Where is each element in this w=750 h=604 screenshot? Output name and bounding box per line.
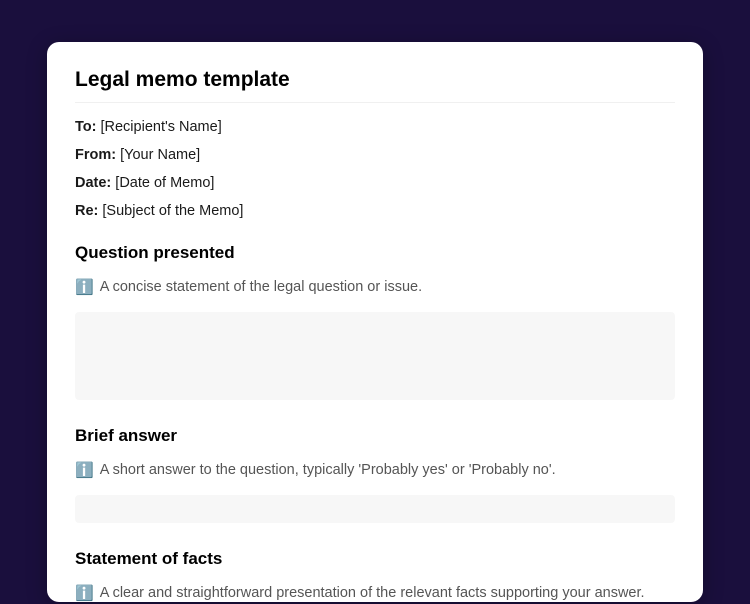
question-input-area[interactable] (75, 312, 675, 400)
hint-row-facts: ℹ️ A clear and straightforward presentat… (75, 583, 675, 604)
meta-from-row: From: [Your Name] (75, 147, 675, 163)
hint-row-answer: ℹ️ A short answer to the question, typic… (75, 460, 675, 481)
meta-re-row: Re: [Subject of the Memo] (75, 203, 675, 219)
meta-re-value: [Subject of the Memo] (98, 203, 243, 219)
info-icon: ℹ️ (75, 583, 94, 604)
meta-re-label: Re: (75, 203, 98, 219)
meta-date-value: [Date of Memo] (111, 175, 214, 191)
section-heading-question: Question presented (75, 243, 675, 263)
hint-row-question: ℹ️ A concise statement of the legal ques… (75, 277, 675, 298)
info-icon: ℹ️ (75, 277, 94, 298)
section-heading-facts: Statement of facts (75, 549, 675, 569)
meta-to-value: [Recipient's Name] (96, 119, 221, 135)
memo-card: Legal memo template To: [Recipient's Nam… (47, 42, 703, 602)
section-question-presented: Question presented ℹ️ A concise statemen… (75, 243, 675, 400)
hint-text-facts: A clear and straightforward presentation… (100, 583, 645, 603)
meta-to-label: To: (75, 119, 96, 135)
section-heading-answer: Brief answer (75, 426, 675, 446)
section-brief-answer: Brief answer ℹ️ A short answer to the qu… (75, 426, 675, 523)
page-title: Legal memo template (75, 68, 675, 103)
meta-date-label: Date: (75, 175, 111, 191)
answer-input-area[interactable] (75, 495, 675, 523)
meta-date-row: Date: [Date of Memo] (75, 175, 675, 191)
meta-from-value: [Your Name] (116, 147, 200, 163)
hint-text-question: A concise statement of the legal questio… (100, 277, 422, 297)
section-statement-of-facts: Statement of facts ℹ️ A clear and straig… (75, 549, 675, 604)
meta-from-label: From: (75, 147, 116, 163)
memo-meta-block: To: [Recipient's Name] From: [Your Name]… (75, 119, 675, 219)
meta-to-row: To: [Recipient's Name] (75, 119, 675, 135)
info-icon: ℹ️ (75, 460, 94, 481)
hint-text-answer: A short answer to the question, typicall… (100, 460, 556, 480)
